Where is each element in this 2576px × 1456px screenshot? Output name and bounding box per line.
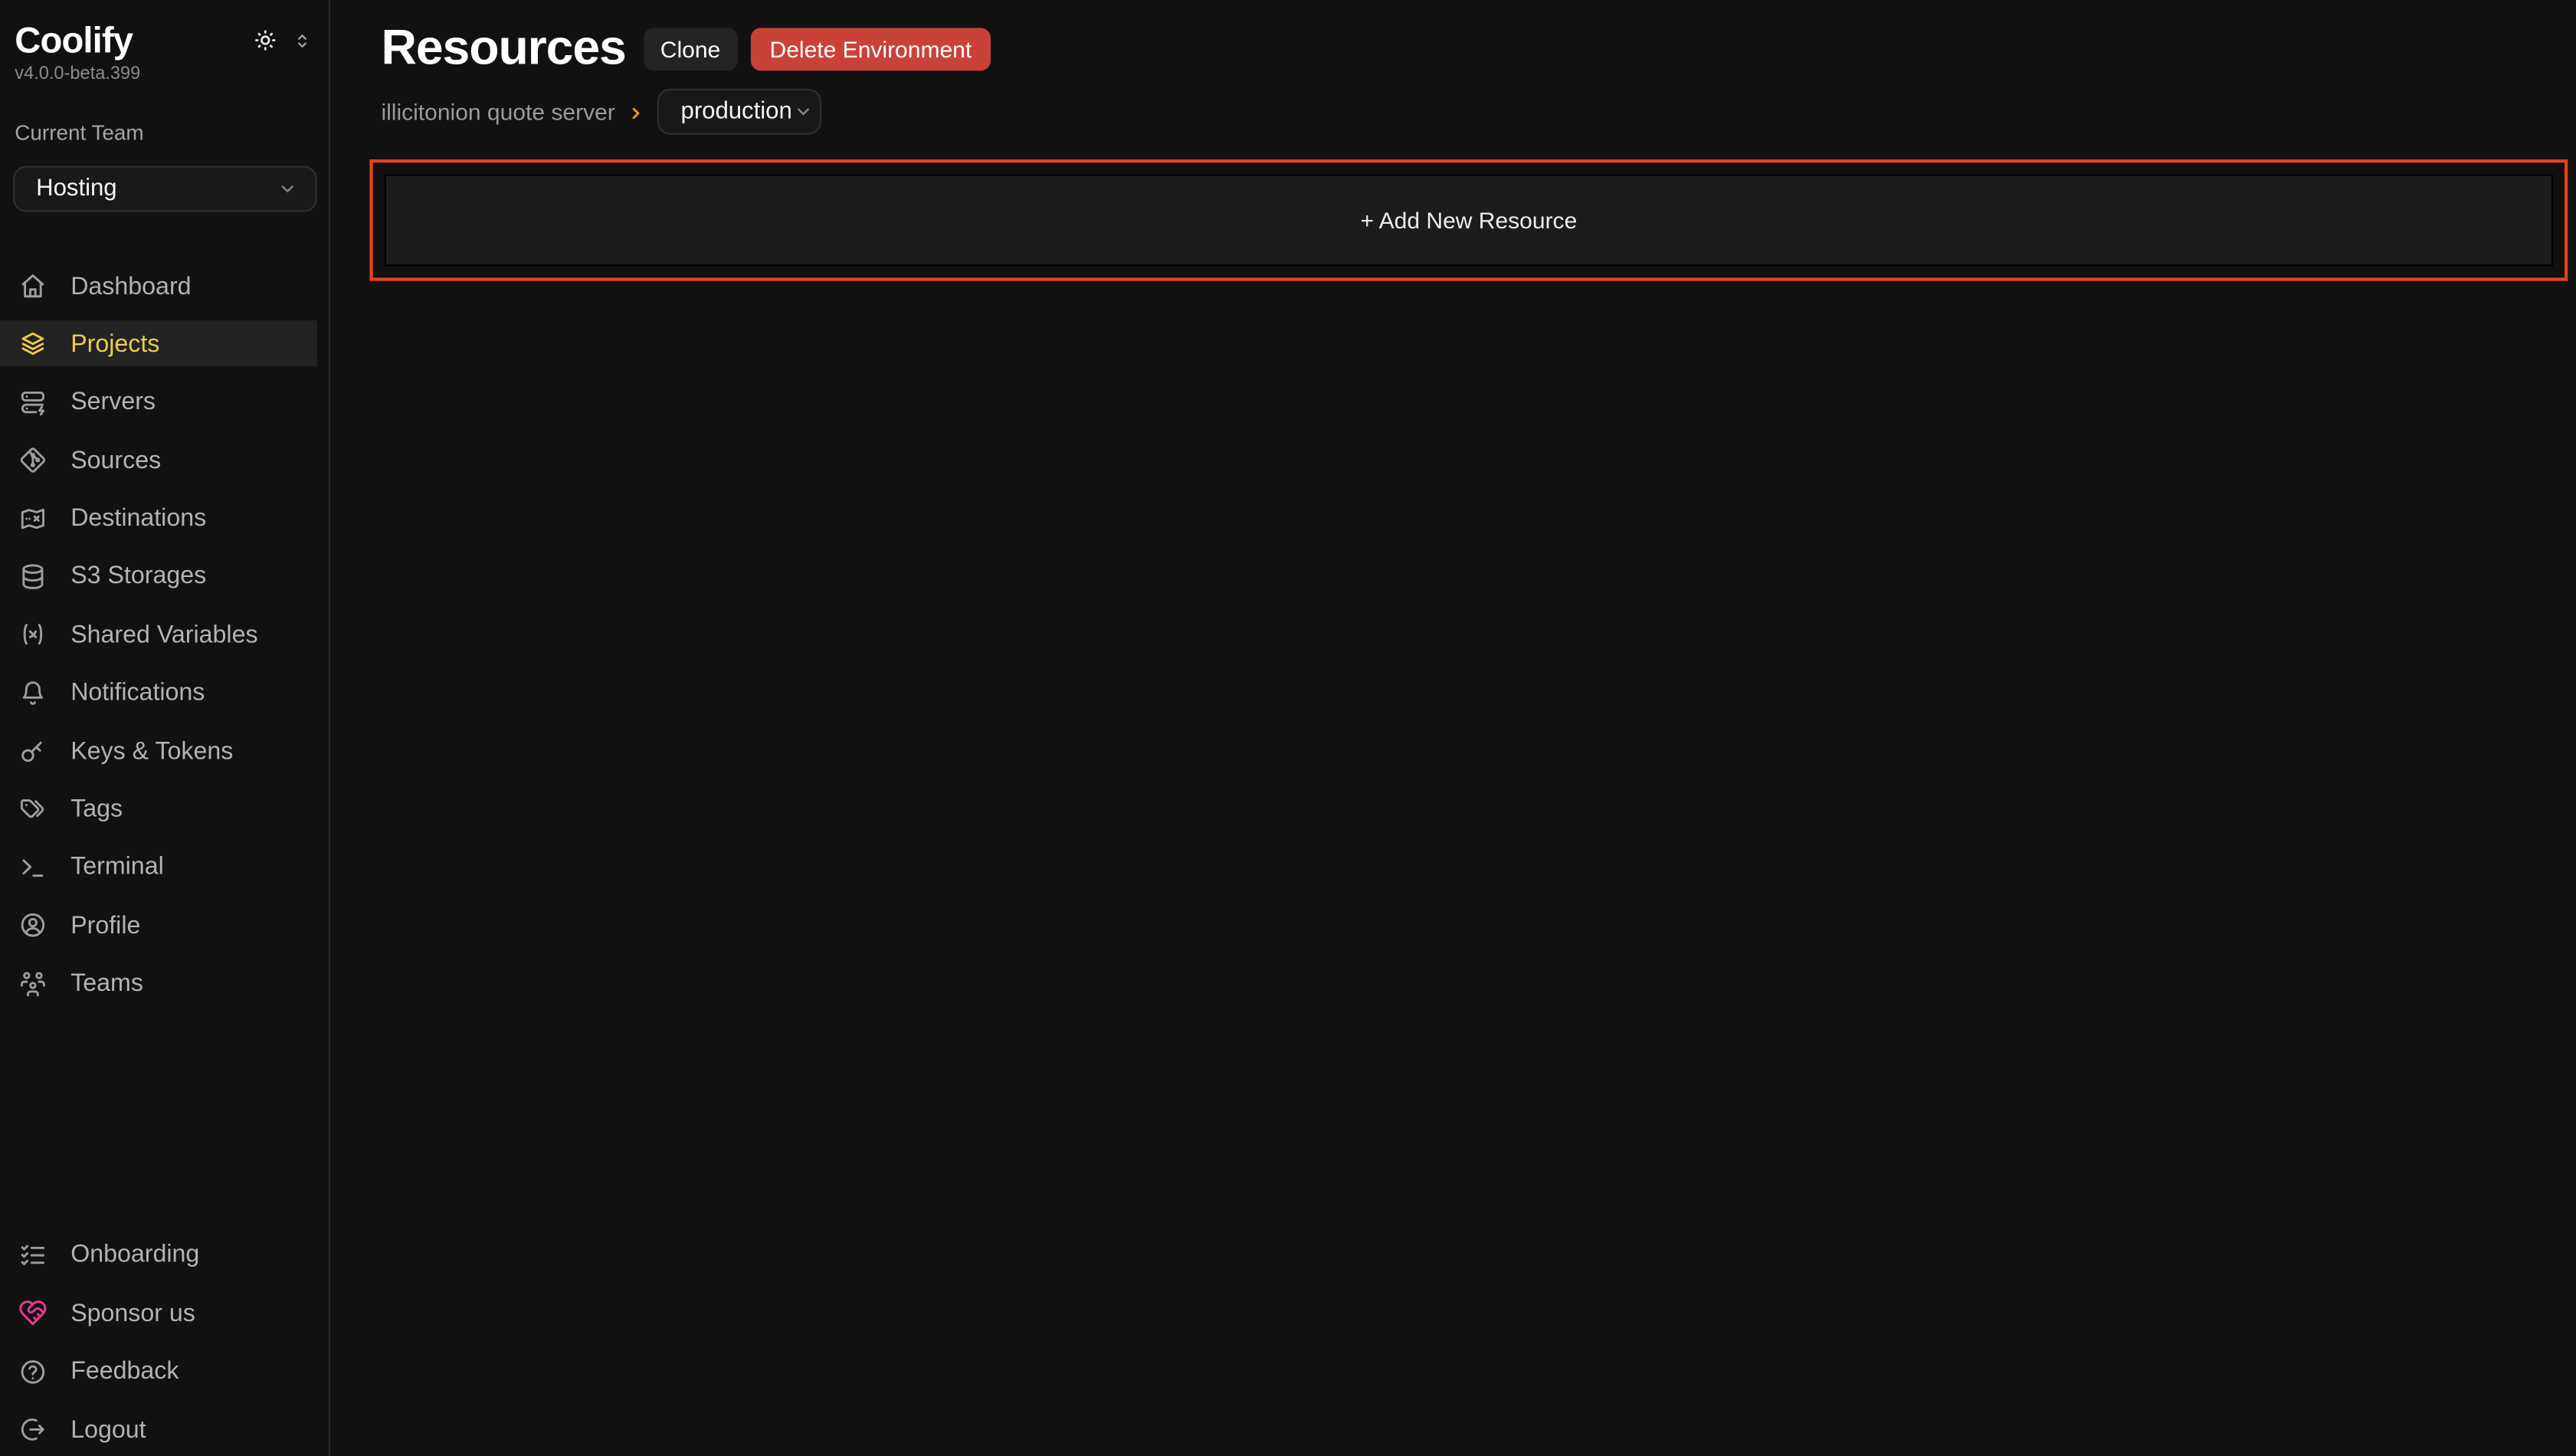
- chevron-right-icon: [628, 104, 644, 120]
- sidebar-footer-nav: Onboarding Sponsor us: [0, 1232, 329, 1453]
- key-icon: [18, 736, 48, 766]
- sidebar-item-teams[interactable]: Teams: [0, 961, 329, 1007]
- chevrons-up-down-icon[interactable]: [293, 29, 313, 52]
- database-icon: [18, 562, 48, 592]
- current-team-label: Current Team: [15, 120, 313, 145]
- sidebar-item-label: Shared Variables: [70, 621, 257, 648]
- heart-handshake-icon: [18, 1298, 48, 1328]
- breadcrumb-project-link[interactable]: illicitonion quote server: [381, 99, 615, 125]
- sidebar-item-s3-storages[interactable]: S3 Storages: [0, 553, 329, 599]
- app-version: v4.0.0-beta.399: [15, 64, 313, 84]
- sidebar-item-terminal[interactable]: Terminal: [0, 844, 329, 890]
- environment-select[interactable]: production: [658, 89, 822, 135]
- sidebar-item-label: Destinations: [70, 504, 206, 532]
- sidebar-item-label: Keys & Tokens: [70, 737, 233, 765]
- sidebar-item-onboarding[interactable]: Onboarding: [0, 1232, 329, 1278]
- team-select-value: Hosting: [36, 175, 116, 202]
- breadcrumb: illicitonion quote server production: [381, 89, 2576, 135]
- server-bolt-icon: [18, 388, 48, 418]
- sidebar-item-sponsor-us[interactable]: Sponsor us: [0, 1290, 329, 1336]
- sidebar-item-destinations[interactable]: Destinations: [0, 496, 329, 542]
- page-header: Resources Clone Delete Environment: [381, 25, 2576, 74]
- terminal-icon: [18, 853, 48, 883]
- sidebar-item-label: Notifications: [70, 679, 205, 707]
- sidebar-item-notifications[interactable]: Notifications: [0, 670, 329, 716]
- chevron-down-icon: [276, 178, 299, 201]
- sidebar-item-label: Teams: [70, 969, 143, 997]
- main-content: Resources Clone Delete Environment illic…: [330, 0, 2576, 1456]
- sidebar-item-profile[interactable]: Profile: [0, 903, 329, 949]
- sidebar-item-feedback[interactable]: Feedback: [0, 1348, 329, 1394]
- sidebar-item-label: Projects: [70, 330, 159, 358]
- sidebar-item-label: Dashboard: [70, 272, 191, 300]
- delete-environment-button[interactable]: Delete Environment: [750, 28, 991, 71]
- home-icon: [18, 271, 48, 301]
- sidebar-item-label: Logout: [70, 1415, 146, 1443]
- sidebar: Coolify v4.0.0-beta.399 Current Team Hos…: [0, 0, 330, 1456]
- layers-icon: [18, 330, 48, 359]
- chevron-down-icon: [792, 100, 815, 123]
- help-circle-icon: [18, 1356, 48, 1386]
- sidebar-item-servers[interactable]: Servers: [0, 379, 329, 425]
- sidebar-item-label: S3 Storages: [70, 562, 206, 590]
- checklist-icon: [18, 1240, 48, 1270]
- sidebar-item-projects[interactable]: Projects: [0, 321, 317, 367]
- tags-icon: [18, 795, 48, 825]
- sidebar-item-sources[interactable]: Sources: [0, 438, 329, 484]
- logout-icon: [18, 1415, 48, 1445]
- resource-dropzone-highlight: + Add New Resource: [369, 159, 2568, 281]
- sun-theme-icon[interactable]: [253, 28, 277, 52]
- sidebar-item-tags[interactable]: Tags: [0, 786, 329, 832]
- sidebar-item-label: Tags: [70, 795, 123, 823]
- sidebar-item-shared-variables[interactable]: Shared Variables: [0, 612, 329, 657]
- coolify-app: Coolify v4.0.0-beta.399 Current Team Hos…: [0, 0, 2576, 1456]
- sidebar-item-dashboard[interactable]: Dashboard: [0, 263, 329, 309]
- sidebar-item-label: Servers: [70, 389, 156, 416]
- sidebar-item-label: Feedback: [70, 1357, 179, 1385]
- sidebar-item-label: Profile: [70, 912, 140, 940]
- sidebar-item-keys-tokens[interactable]: Keys & Tokens: [0, 728, 329, 774]
- variable-icon: [18, 620, 48, 650]
- sidebar-item-label: Terminal: [70, 854, 164, 881]
- map-icon: [18, 503, 48, 533]
- sidebar-item-label: Sponsor us: [70, 1299, 195, 1326]
- logo-row: Coolify: [15, 21, 312, 61]
- users-group-icon: [18, 969, 48, 999]
- bell-icon: [18, 678, 48, 708]
- team-select[interactable]: Hosting: [13, 166, 317, 212]
- page-title: Resources: [381, 25, 625, 74]
- sidebar-item-logout[interactable]: Logout: [0, 1406, 329, 1452]
- sidebar-item-label: Sources: [70, 446, 161, 474]
- clone-button[interactable]: Clone: [644, 28, 736, 71]
- sidebar-nav: Dashboard Projects: [0, 263, 329, 1018]
- environment-select-value: production: [681, 99, 792, 125]
- user-circle-icon: [18, 910, 48, 940]
- app-logo[interactable]: Coolify: [15, 21, 133, 61]
- git-icon: [18, 445, 48, 475]
- add-new-resource-button[interactable]: + Add New Resource: [385, 174, 2553, 266]
- sidebar-item-label: Onboarding: [70, 1241, 199, 1269]
